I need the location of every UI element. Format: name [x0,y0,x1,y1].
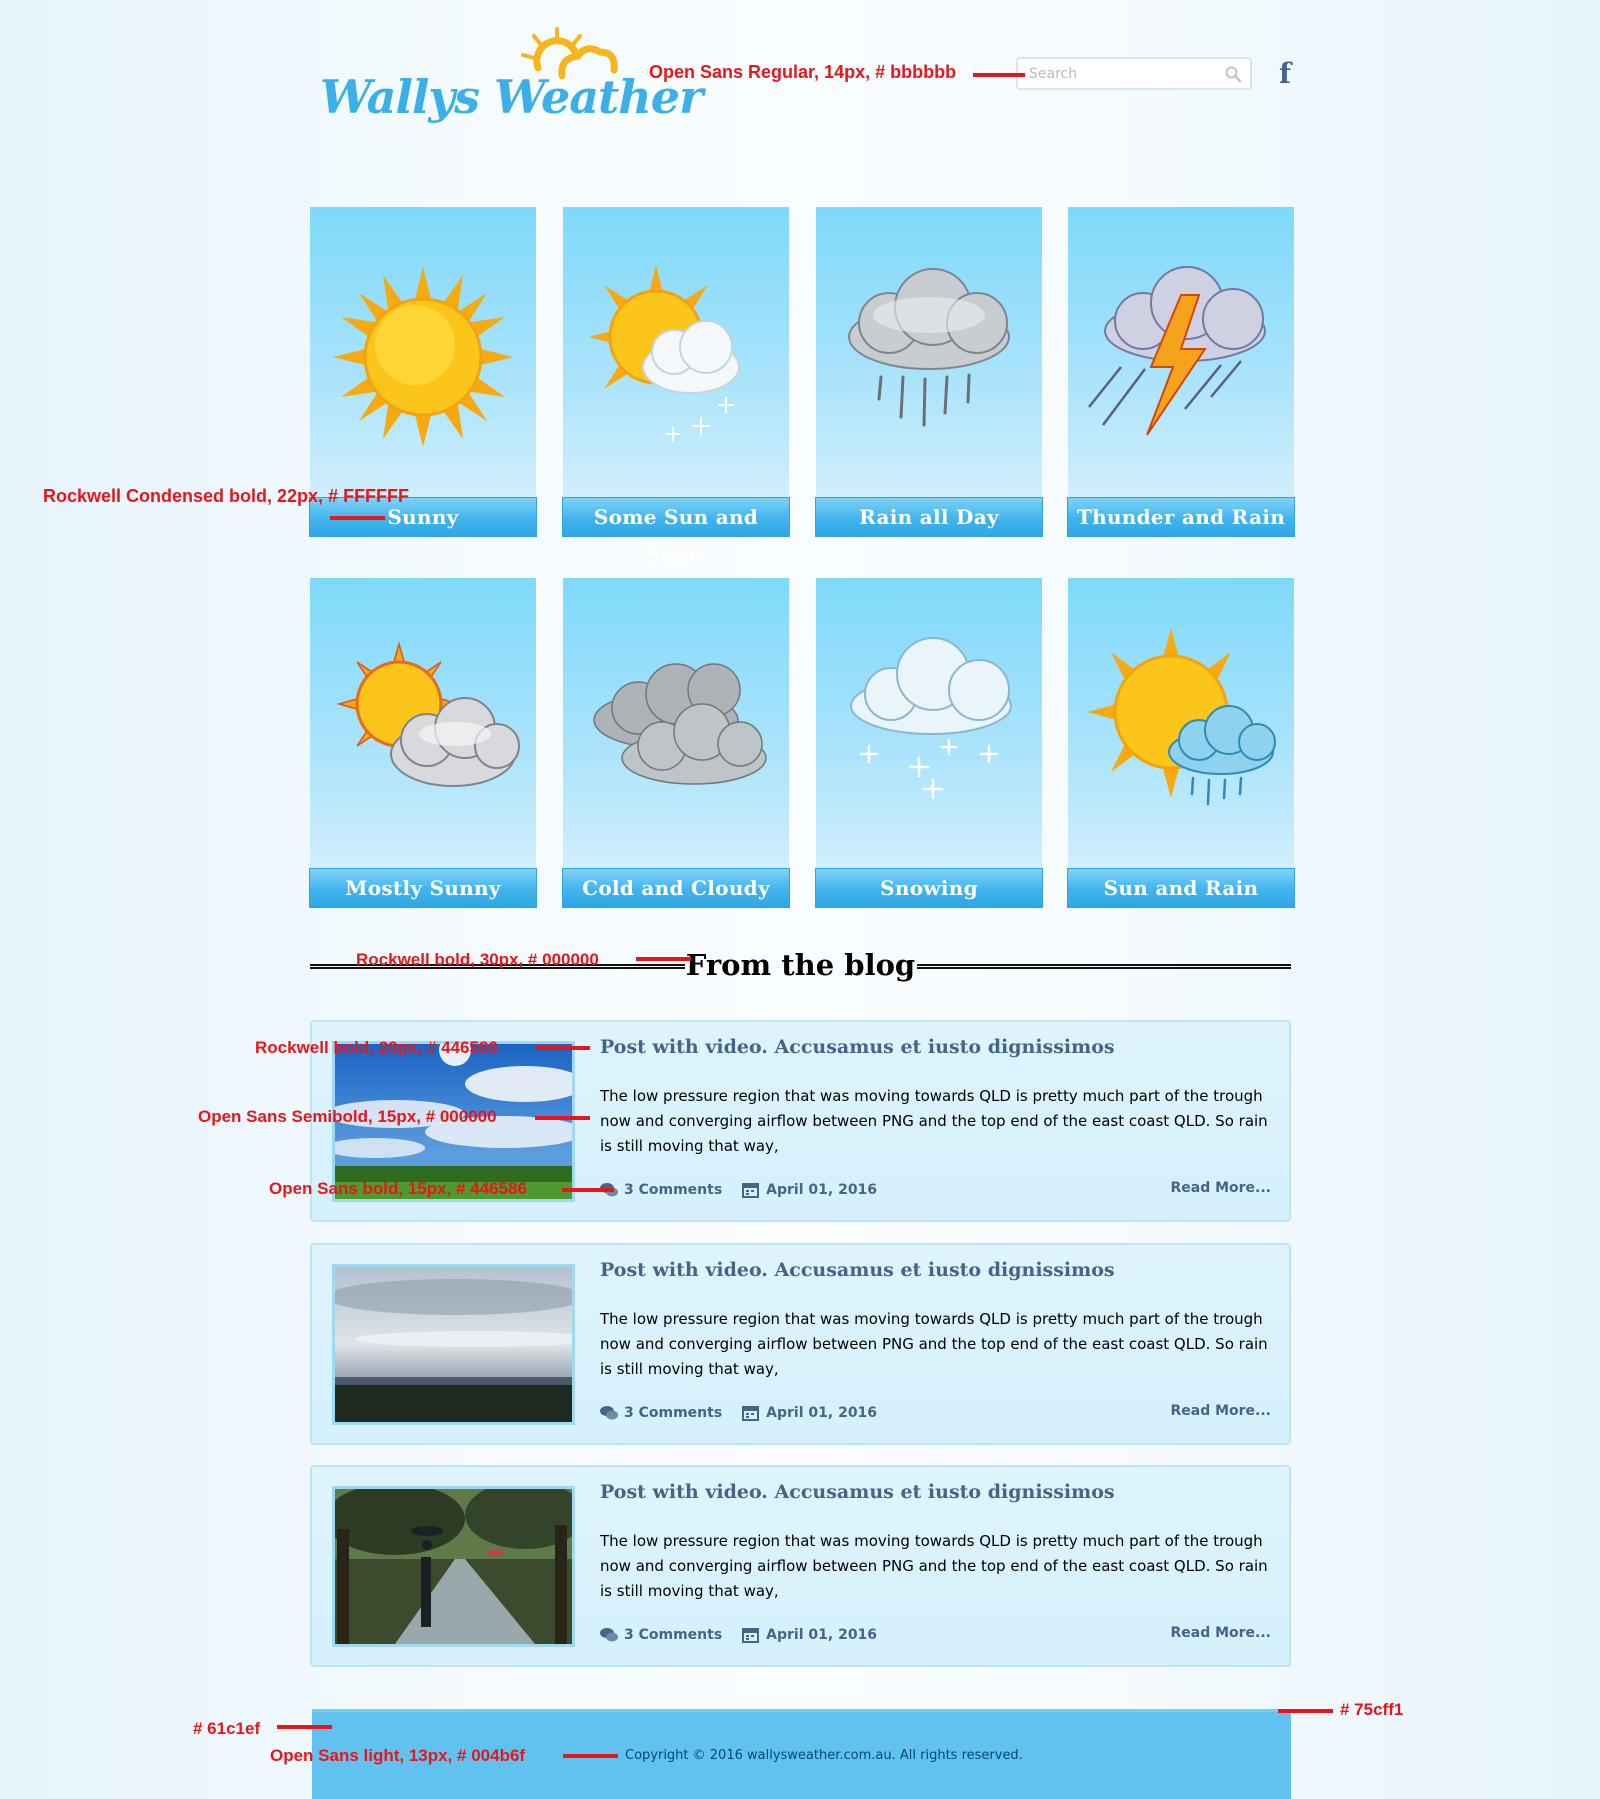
read-more-link[interactable]: Read More... [1170,1180,1271,1196]
weather-card-sun-snow[interactable]: Some Sun and Snow [562,207,790,567]
annotation-pointer [973,73,1025,77]
snow-cloud-icon [850,637,1012,800]
weather-card-mostly-sunny[interactable]: Mostly Sunny [309,578,537,909]
annotation-footer-border: # 75cff1 [1340,1700,1404,1719]
annotation-post-excerpt-font: Open Sans Semibold, 15px, # 000000 [198,1107,497,1126]
annotation-post-title-font: Rockwell bold, 20px, # 446586 [255,1038,498,1057]
annotation-heading-font: Rockwell bold, 30px, # 000000 [356,950,599,969]
comments-count[interactable]: 3 Comments [624,1182,722,1198]
card-label[interactable]: Sun and Rain [1067,868,1295,908]
post-thumbnail[interactable] [332,1264,575,1425]
card-label[interactable]: Rain all Day [815,497,1043,537]
comments-count[interactable]: 3 Comments [624,1627,722,1643]
comments-icon[interactable] [600,1405,618,1421]
card-label[interactable]: Snowing [815,868,1043,908]
card-label[interactable]: Mostly Sunny [309,868,537,908]
read-more-link[interactable]: Read More... [1170,1403,1271,1419]
card-label[interactable]: Thunder and Rain [1067,497,1295,537]
rain-cloud-icon [848,268,1010,427]
sun-behind-cloud-icon [336,641,520,787]
post-title[interactable]: Post with video. Accusamus et iusto dign… [600,1481,1115,1503]
annotation-footer-bg: # 61c1ef [193,1719,261,1738]
facebook-icon[interactable]: f [1272,58,1298,90]
post-meta: 3 Comments April 01, 2016 [600,1180,877,1200]
weather-card-rain[interactable]: Rain all Day [815,207,1043,538]
post-title[interactable]: Post with video. Accusamus et iusto dign… [600,1259,1115,1281]
sun-cloud-snow-icon [588,265,740,441]
annotation-pointer [636,957,691,961]
read-more-link[interactable]: Read More... [1170,1625,1271,1641]
post-excerpt: The low pressure region that was moving … [600,1087,1268,1155]
annotation-post-meta-font: Open Sans bold, 15px, # 446586 [269,1179,527,1198]
annotation-pointer [535,1116,590,1120]
overcast-landscape-photo [335,1267,572,1422]
post-thumbnail[interactable] [332,1486,575,1647]
weather-card-thunder[interactable]: Thunder and Rain [1067,207,1295,538]
annotation-pointer [1278,1709,1333,1713]
copyright-text: Copyright © 2016 wallysweather.com.au. A… [625,1748,1023,1763]
annotation-pointer [535,1046,590,1050]
weather-card-cold-cloudy[interactable]: Cold and Cloudy [562,578,790,909]
logo-text: Wallys Weather [320,70,703,124]
post-excerpt: The low pressure region that was moving … [600,1532,1268,1600]
card-label[interactable]: Some Sun and Snow [562,497,790,567]
calendar-icon [742,1183,760,1198]
annotation-pointer [330,516,385,520]
annotation-pointer [563,1754,618,1758]
annotation-pointer [562,1188,614,1192]
grey-clouds-icon [593,663,767,785]
thunder-cloud-icon [1088,266,1266,436]
weather-card-sun-rain[interactable]: Sun and Rain [1067,578,1295,909]
sun-rain-cloud-icon [1087,628,1276,806]
post-meta: 3 Comments April 01, 2016 [600,1403,877,1423]
calendar-icon [742,1628,760,1643]
post-excerpt: The low pressure region that was moving … [600,1310,1268,1378]
post-date: April 01, 2016 [766,1182,878,1198]
card-label[interactable]: Cold and Cloudy [562,868,790,908]
blog-post: Post with video. Accusamus et iusto dign… [310,1465,1291,1667]
sun-icon [333,267,513,447]
rainy-street-photo [335,1489,572,1644]
search-icon[interactable] [1224,65,1242,83]
calendar-icon [742,1406,760,1421]
annotation-search-font: Open Sans Regular, 14px, # bbbbbb [649,62,957,82]
comments-count[interactable]: 3 Comments [624,1405,722,1421]
post-date: April 01, 2016 [766,1405,878,1421]
annotation-pointer [277,1725,332,1729]
post-date: April 01, 2016 [766,1627,878,1643]
annotation-card-label-font: Rockwell Condensed bold, 22px, # FFFFFF [43,486,410,506]
search-input[interactable] [1018,59,1208,88]
weather-card-snowing[interactable]: Snowing [815,578,1043,909]
blog-post: Post with video. Accusamus et iusto dign… [310,1243,1291,1445]
comments-icon[interactable] [600,1627,618,1643]
post-meta: 3 Comments April 01, 2016 [600,1625,877,1645]
search-box[interactable] [1016,57,1252,90]
post-title[interactable]: Post with video. Accusamus et iusto dign… [600,1036,1115,1058]
site-logo[interactable]: Wallys Weather [320,24,703,134]
annotation-copyright-font: Open Sans light, 13px, # 004b6f [270,1746,526,1765]
